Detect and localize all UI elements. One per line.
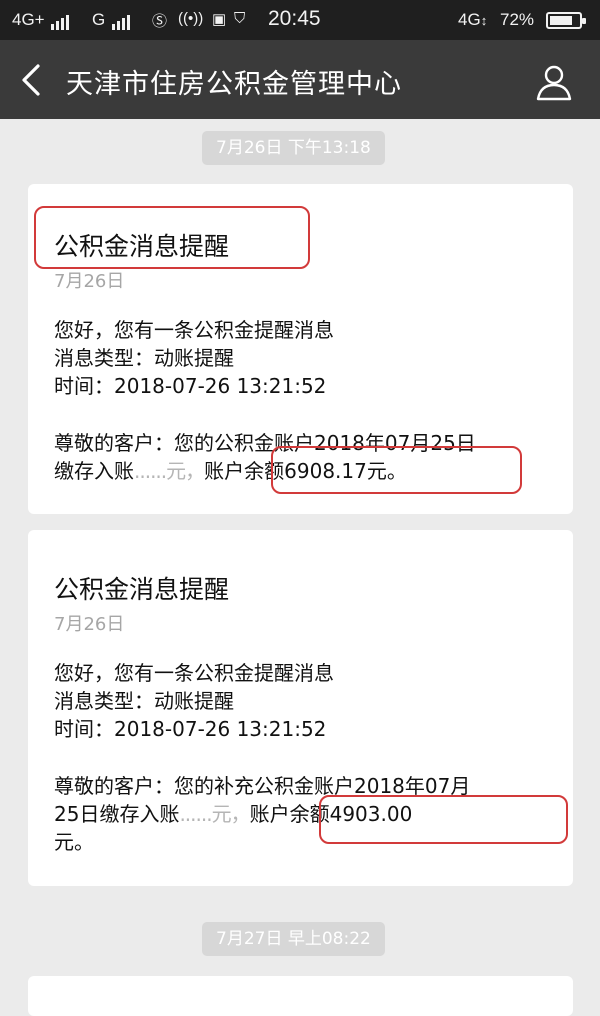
network-indicator-left: 4G+ — [12, 10, 70, 30]
message-date: 7月26日 — [54, 614, 125, 635]
chevron-left-icon[interactable] — [18, 62, 48, 98]
deposit-label: 缴存入账 — [54, 459, 134, 483]
timestamp-pill: 7月26日 下午13:18 — [202, 131, 385, 165]
message-time: 时间：2018-07-26 13:21:52 — [54, 717, 327, 741]
masked-amount: ......元， — [179, 802, 250, 826]
data-arrows-icon: ↕ — [480, 13, 488, 28]
network-indicator-mid: G — [92, 10, 130, 30]
network-indicator-right: 4G↕ — [458, 10, 487, 30]
page-title: 天津市住房公积金管理中心 — [66, 69, 402, 100]
network-label: G — [92, 10, 106, 29]
message-title: 公积金消息提醒 — [54, 575, 230, 604]
clock: 20:45 — [268, 7, 321, 30]
message-type: 消息类型：动账提醒 — [54, 689, 234, 713]
app-notification-icon: ▣ — [212, 11, 227, 28]
masked-amount: ......元， — [134, 459, 205, 483]
shield-icon: ⛉ — [234, 10, 246, 27]
signal-icon — [49, 10, 70, 30]
message-date: 7月26日 — [54, 271, 125, 292]
message-greeting: 您好，您有一条公积金提醒消息 — [54, 661, 334, 685]
message-body-line: 元。 — [54, 830, 94, 854]
network-label: 4G+ — [12, 10, 45, 29]
message-type: 消息类型：动账提醒 — [54, 346, 234, 370]
message-card[interactable] — [28, 976, 573, 1016]
highlight-box — [34, 206, 310, 269]
highlight-box — [319, 795, 568, 844]
signal-icon — [110, 10, 130, 30]
timestamp-pill: 7月27日 早上08:22 — [202, 922, 385, 956]
status-bar: 4G+ G Ⓢ ((•)) ▣ ⛉ 20:45 4G↕ 72% — [0, 0, 600, 40]
message-time: 时间：2018-07-26 13:21:52 — [54, 374, 327, 398]
app-header: 天津市住房公积金管理中心 — [0, 40, 600, 119]
user-icon[interactable] — [534, 62, 574, 102]
network-label: 4G — [458, 10, 481, 29]
battery-icon — [546, 12, 586, 29]
deposit-label: 25日缴存入账 — [54, 802, 180, 826]
battery-percent: 72% — [500, 10, 535, 29]
sim-icon: Ⓢ — [152, 13, 168, 30]
hotspot-icon: ((•)) — [178, 10, 204, 27]
highlight-box — [271, 446, 522, 494]
message-greeting: 您好，您有一条公积金提醒消息 — [54, 318, 334, 342]
